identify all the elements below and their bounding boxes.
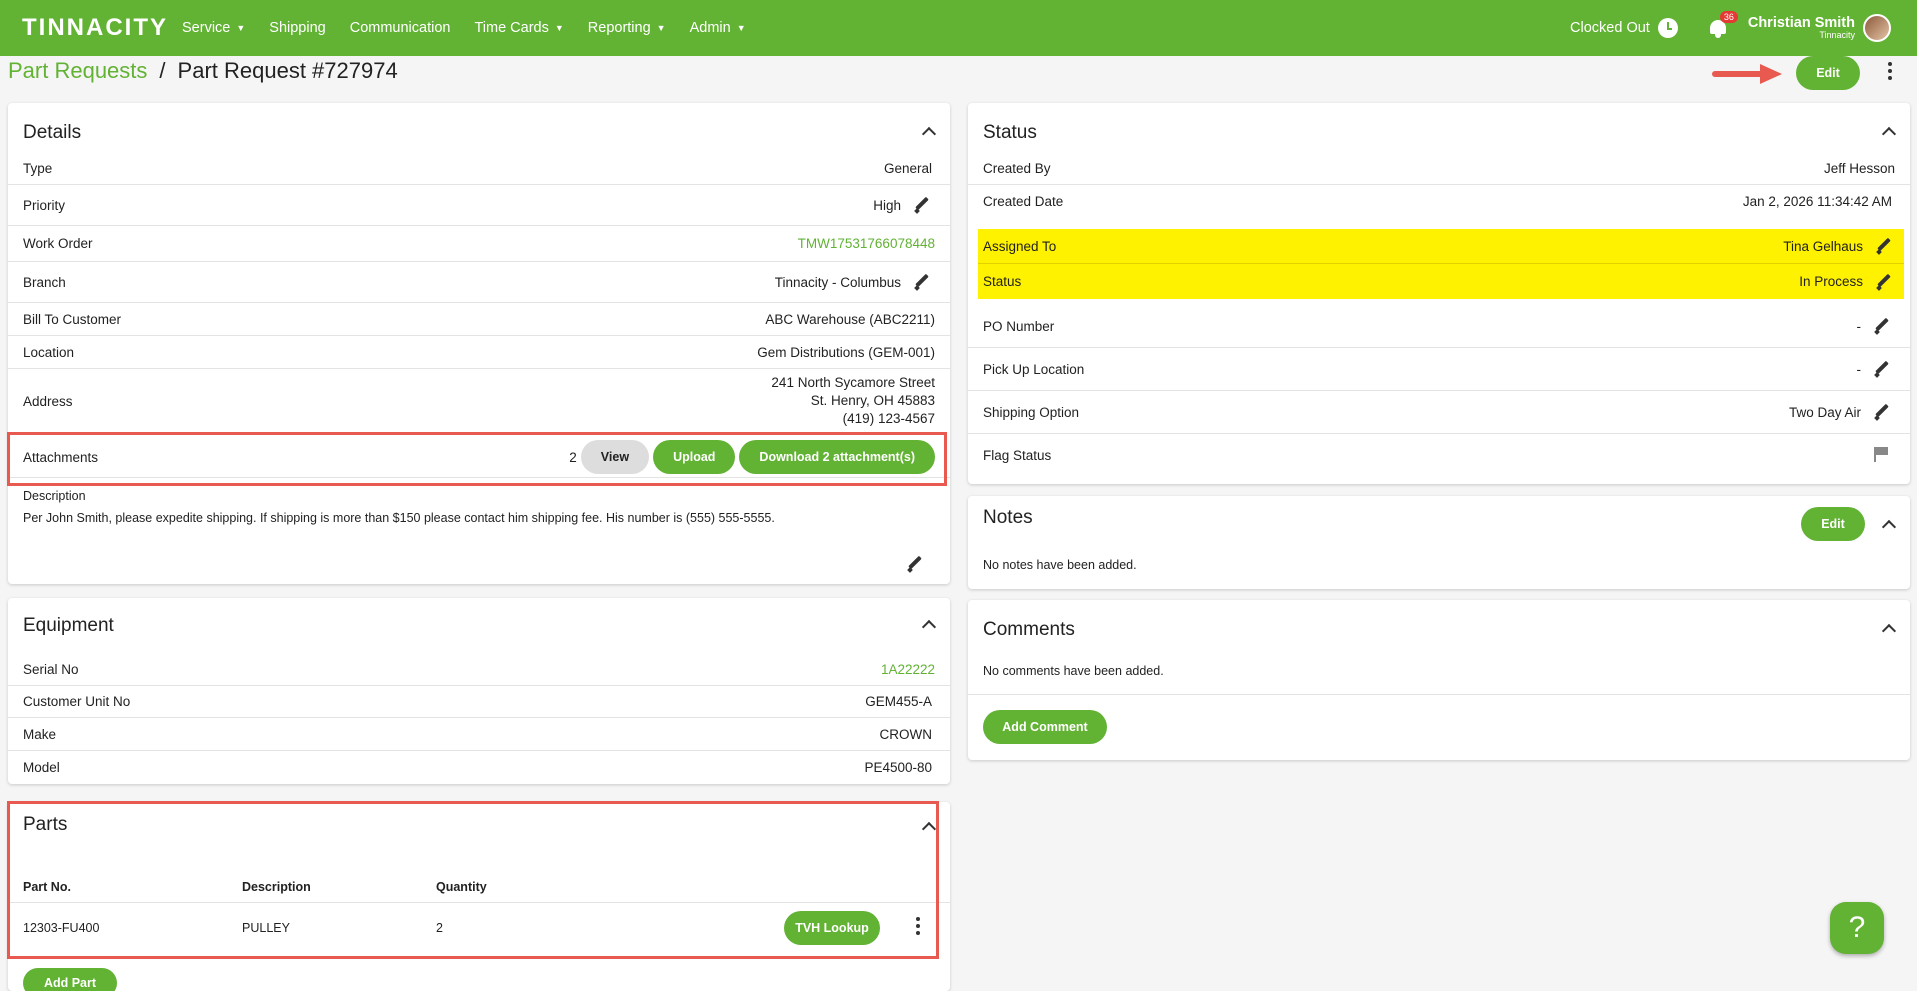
nav-item-admin[interactable]: Admin ▼ (678, 20, 758, 36)
detail-row-location: Location Gem Distributions (GEM-001) (8, 336, 950, 369)
detail-row-address: Address 241 North Sycamore Street St. He… (23, 375, 935, 426)
caret-down-icon: ▼ (736, 23, 746, 33)
status-row-shipping: Shipping Option Two Day Air (968, 391, 1910, 434)
upload-attachment-button[interactable]: Upload (653, 440, 736, 474)
equipment-row-serial: Serial No 1A22222 (8, 653, 950, 686)
user-name: Christian Smith (1747, 14, 1855, 31)
status-row-po-number: PO Number - (968, 305, 1910, 348)
download-attachments-button[interactable]: Download 2 attachment(s) (739, 440, 935, 474)
add-comment-button[interactable]: Add Comment (983, 710, 1107, 744)
description-label: Description (23, 489, 86, 503)
nav-item-shipping[interactable]: Shipping (257, 20, 337, 36)
edit-pickup-pencil-icon[interactable] (1873, 360, 1891, 378)
comments-card: Comments No comments have been added. Ad… (968, 600, 1910, 760)
comments-title: Comments (983, 619, 1075, 640)
page-title: Part Request #727974 (177, 58, 398, 83)
row-more-options-icon[interactable] (914, 917, 922, 937)
help-icon: ? (1848, 911, 1866, 944)
chevron-up-icon[interactable] (1881, 126, 1897, 142)
notes-title: Notes (983, 507, 1033, 528)
caret-down-icon: ▼ (656, 23, 666, 33)
detail-row-attachments: Attachments 2 View Upload Download 2 att… (8, 437, 950, 478)
caret-down-icon: ▼ (554, 23, 564, 33)
description-text: Per John Smith, please expedite shipping… (23, 511, 775, 525)
status-row-status: Status In Process (978, 264, 1904, 299)
breadcrumb-part-requests-link[interactable]: Part Requests (8, 58, 147, 84)
detail-row-bill-to: Bill To Customer ABC Warehouse (ABC2211) (8, 303, 950, 336)
clock-icon (1657, 18, 1678, 38)
attachments-count: 2 (569, 449, 577, 465)
nav-item-communication[interactable]: Communication (338, 20, 463, 36)
notes-card: Notes Edit No notes have been added. (968, 496, 1910, 589)
equipment-row-model: Model PE4500-80 (23, 760, 932, 775)
edit-branch-pencil-icon[interactable] (913, 273, 931, 291)
nav-menu: Service ▼ Shipping Communication Time Car… (170, 20, 758, 36)
edit-assigned-pencil-icon[interactable] (1875, 237, 1893, 255)
parts-card: Parts Part No. Description Quantity 1230… (8, 802, 950, 991)
equipment-title: Equipment (23, 615, 114, 636)
parts-table-header: Part No. Description Quantity (8, 871, 950, 903)
status-row-pickup: Pick Up Location - (968, 348, 1910, 391)
equipment-row-make: Make CROWN (8, 718, 950, 751)
status-row-created-date: Created Date Jan 2, 2026 11:34:42 AM (983, 193, 1892, 209)
breadcrumb-separator: / (159, 58, 166, 83)
comments-empty-message: No comments have been added. (983, 664, 1164, 678)
nav-item-service[interactable]: Service ▼ (170, 20, 257, 36)
chevron-up-icon[interactable] (921, 619, 937, 635)
details-card: Details Type General Priority High Work … (8, 103, 950, 584)
edit-shipping-pencil-icon[interactable] (1873, 403, 1891, 421)
notes-empty-message: No notes have been added. (983, 558, 1137, 572)
details-title: Details (23, 122, 82, 143)
serial-no-link[interactable]: 1A22222 (881, 662, 935, 677)
view-attachments-button[interactable]: View (580, 440, 650, 474)
detail-row-type: Type General (8, 153, 950, 185)
notification-badge: 36 (1719, 11, 1738, 23)
detail-row-priority: Priority High (8, 185, 950, 226)
status-row-created-by: Created By Jeff Hesson (968, 153, 1910, 185)
top-nav-bar: TINNACITY Service ▼ Shipping Communicatio… (0, 0, 1917, 56)
avatar[interactable] (1863, 14, 1891, 42)
tinnacity-logo[interactable]: TINNACITY (22, 14, 166, 42)
caret-down-icon: ▼ (236, 23, 246, 33)
equipment-card: Equipment Serial No 1A22222 Customer Uni… (8, 598, 950, 784)
chevron-up-icon[interactable] (921, 821, 937, 837)
detail-row-branch: Branch Tinnacity - Columbus (8, 262, 950, 303)
work-order-link[interactable]: TMW17531766078448 (798, 236, 935, 251)
breadcrumb: Part Requests / Part Request #727974 (8, 58, 398, 84)
chevron-up-icon[interactable] (1881, 519, 1897, 535)
add-part-button[interactable]: Add Part (23, 968, 117, 991)
notes-edit-button[interactable]: Edit (1801, 507, 1865, 541)
chevron-up-icon[interactable] (1881, 623, 1897, 639)
edit-description-pencil-icon[interactable] (906, 555, 924, 573)
equipment-row-unit: Customer Unit No GEM455-A (8, 686, 950, 718)
status-row-assigned-to: Assigned To Tina Gelhaus (978, 229, 1904, 264)
annotation-arrow (1712, 64, 1784, 84)
clock-status[interactable]: Clocked Out (1570, 18, 1678, 38)
notifications-button[interactable]: 36 (1708, 11, 1738, 39)
nav-right: Clocked Out 36 Christian Smith Tinnacity (1570, 11, 1891, 42)
detail-row-work-order: Work Order TMW17531766078448 (8, 226, 950, 262)
status-row-flag: Flag Status (968, 434, 1910, 477)
tvh-lookup-button[interactable]: TVH Lookup (784, 911, 880, 945)
edit-priority-pencil-icon[interactable] (913, 196, 931, 214)
status-title: Status (983, 122, 1037, 143)
more-options-icon[interactable] (1886, 62, 1894, 82)
user-menu[interactable]: Christian Smith Tinnacity (1747, 14, 1855, 41)
status-card: Status Created By Jeff Hesson Created Da… (968, 103, 1910, 484)
flag-icon[interactable] (1873, 446, 1889, 462)
table-row: 12303-FU400 PULLEY 2 TVH Lookup (8, 904, 950, 952)
help-button[interactable]: ? (1830, 902, 1884, 954)
edit-status-pencil-icon[interactable] (1875, 273, 1893, 291)
user-org: Tinnacity (1819, 29, 1855, 40)
parts-title: Parts (23, 814, 68, 835)
nav-item-reporting[interactable]: Reporting ▼ (576, 20, 678, 36)
chevron-up-icon[interactable] (921, 126, 937, 142)
nav-item-time-cards[interactable]: Time Cards ▼ (462, 20, 575, 36)
edit-po-pencil-icon[interactable] (1873, 317, 1891, 335)
edit-button[interactable]: Edit (1796, 56, 1860, 90)
